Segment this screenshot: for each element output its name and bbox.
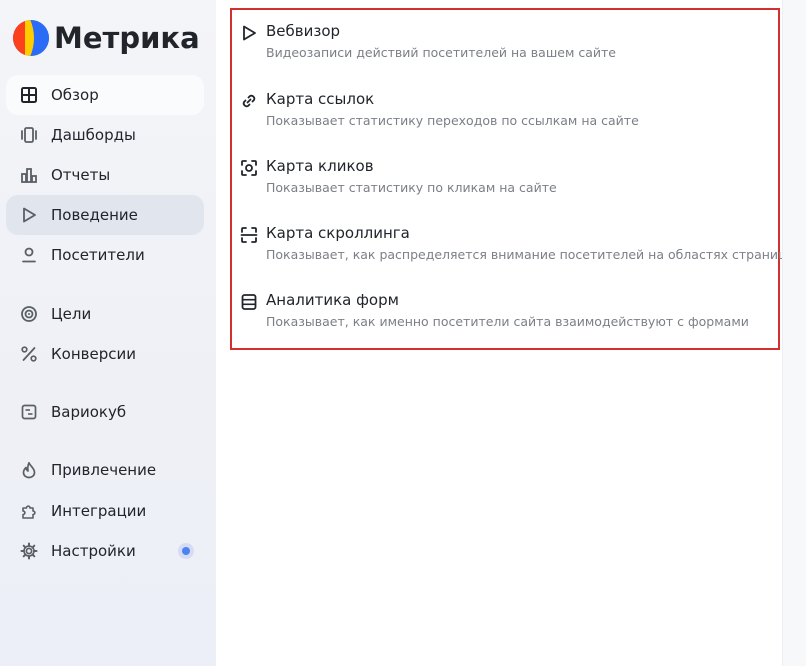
sidebar-item-overview[interactable]: Обзор: [6, 75, 204, 115]
menu-item-title: Карта скроллинга: [266, 224, 410, 242]
main-content: Вебвизор Видеозаписи действий посетителе…: [216, 0, 806, 666]
menu-item-description: Показывает, как распределяется внимание …: [266, 247, 797, 262]
sidebar-item-conversions[interactable]: Конверсии: [6, 334, 204, 374]
menu-item-description: Показывает, как именно посетители сайта …: [266, 314, 749, 329]
sidebar: Метрика Обзор Дашборды Отчеты Поведение …: [0, 0, 216, 666]
link-icon: [240, 92, 258, 110]
notification-dot: [178, 543, 194, 559]
sidebar-item-settings[interactable]: Настройки: [6, 531, 204, 571]
form-icon: [240, 293, 258, 311]
menu-item-title: Карта ссылок: [266, 90, 375, 108]
sidebar-item-acquisition[interactable]: Привлечение: [6, 450, 204, 490]
sidebar-item-label: Привлечение: [51, 461, 157, 479]
bar-chart-icon: [20, 166, 38, 184]
menu-item-link-map[interactable]: Карта ссылок Показывает статистику перех…: [240, 90, 770, 146]
play-icon: [20, 206, 38, 224]
sidebar-item-label: Поведение: [51, 206, 138, 224]
sidebar-item-label: Посетители: [51, 246, 145, 264]
grid-icon: [20, 86, 38, 104]
sidebar-item-integrations[interactable]: Интеграции: [6, 491, 204, 531]
menu-item-title: Карта кликов: [266, 157, 374, 175]
menu-item-webvisor[interactable]: Вебвизор Видеозаписи действий посетителе…: [240, 22, 770, 78]
sidebar-item-behavior[interactable]: Поведение: [6, 195, 204, 235]
menu-item-title: Аналитика форм: [266, 291, 399, 309]
menu-item-description: Показывает статистику переходов по ссылк…: [266, 113, 639, 128]
sidebar-item-label: Конверсии: [51, 345, 136, 363]
dashboards-icon: [20, 126, 38, 144]
menu-item-click-map[interactable]: Карта кликов Показывает статистику по кл…: [240, 157, 770, 213]
sidebar-item-variocube[interactable]: Вариокуб: [6, 392, 204, 432]
sidebar-item-label: Интеграции: [51, 502, 147, 520]
sidebar-item-goals[interactable]: Цели: [6, 294, 204, 334]
menu-item-title: Вебвизор: [266, 22, 341, 40]
person-icon: [20, 246, 38, 264]
puzzle-icon: [20, 502, 38, 520]
gear-icon: [20, 542, 38, 560]
click-target-icon: [240, 159, 258, 177]
app-title: Метрика: [54, 21, 200, 55]
menu-item-scroll-map[interactable]: Карта скроллинга Показывает, как распред…: [240, 224, 796, 280]
play-outline-icon: [240, 24, 258, 42]
sidebar-item-label: Вариокуб: [51, 403, 127, 421]
menu-item-description: Видеозаписи действий посетителей на ваше…: [266, 45, 616, 60]
metrika-logo-icon: [13, 20, 49, 56]
menu-item-description: Показывает статистику по кликам на сайте: [266, 180, 557, 195]
sidebar-item-label: Настройки: [51, 542, 136, 560]
sidebar-item-label: Обзор: [51, 86, 99, 104]
sidebar-item-visitors[interactable]: Посетители: [6, 235, 204, 275]
menu-item-form-analytics[interactable]: Аналитика форм Показывает, как именно по…: [240, 291, 770, 347]
logo[interactable]: Метрика: [12, 18, 200, 58]
target-icon: [20, 305, 38, 323]
scroll-frame-icon: [240, 226, 258, 244]
sidebar-item-reports[interactable]: Отчеты: [6, 155, 204, 195]
sidebar-item-label: Дашборды: [51, 126, 136, 144]
background-page-edge: [782, 0, 806, 666]
sidebar-item-label: Отчеты: [51, 166, 111, 184]
percent-icon: [20, 345, 38, 363]
flame-icon: [20, 461, 38, 479]
variocube-icon: [20, 403, 38, 421]
behavior-submenu: Вебвизор Видеозаписи действий посетителе…: [230, 8, 796, 350]
sidebar-item-label: Цели: [51, 305, 92, 323]
sidebar-item-dashboards[interactable]: Дашборды: [6, 115, 204, 155]
